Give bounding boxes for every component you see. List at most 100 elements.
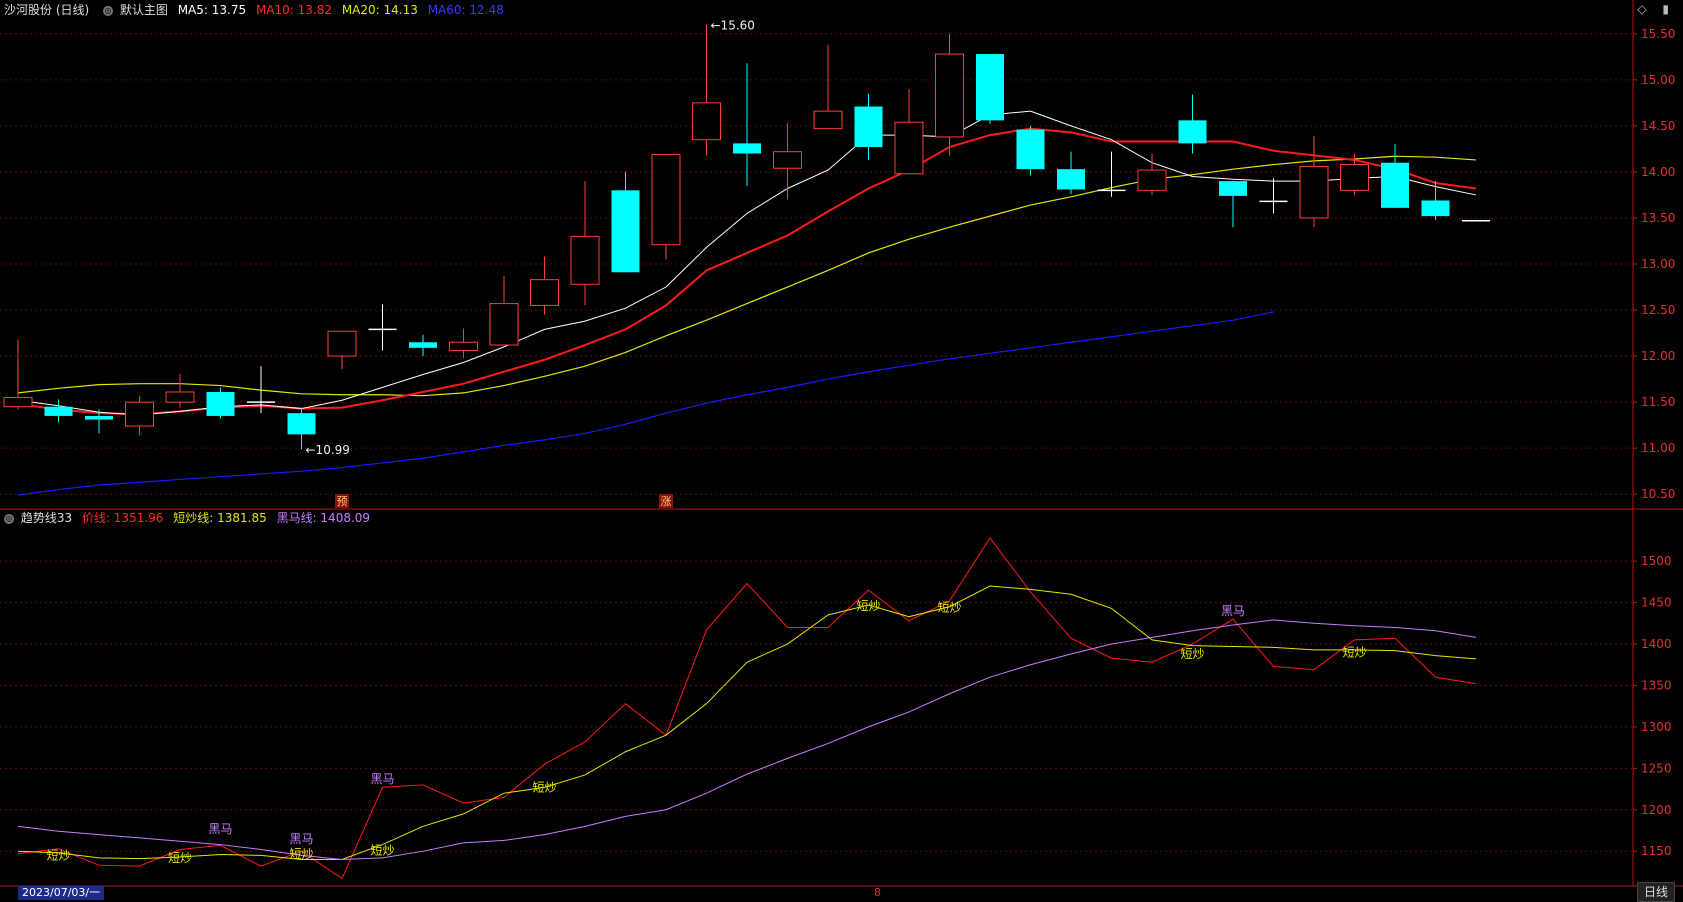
candle-body-down xyxy=(409,342,437,348)
candle-body-up xyxy=(1137,169,1167,191)
cursor-date: 2023/07/03/一 xyxy=(18,886,105,900)
candle-body-down xyxy=(854,106,883,148)
price-tick-label: 15.00 xyxy=(1641,73,1675,87)
price-tick-label: 15.50 xyxy=(1641,27,1675,41)
candle-body-down xyxy=(1016,129,1045,170)
candle-body-up xyxy=(3,397,33,408)
candle-body-down xyxy=(1178,120,1207,144)
indicator-annotation: 黑马 xyxy=(1221,604,1245,618)
indicator-tick-label: 1400 xyxy=(1641,637,1672,651)
chart-canvas[interactable]: 15.50 15.00 14.50 14.00 13.50 13.00 12.50 12.00… xyxy=(0,0,1683,900)
price-tick-label: 13.00 xyxy=(1641,257,1675,271)
price-tick-label: 13.50 xyxy=(1641,211,1675,225)
candle-body-down xyxy=(44,406,73,416)
indicator-header: ◎ 趋势线33 价线: 1351.96 短炒线: 1381.85 黑马线: 14… xyxy=(0,509,376,527)
candle-body-up xyxy=(327,330,357,357)
black-horse-line xyxy=(17,619,1477,860)
indicator-annotation: 黑马 xyxy=(289,832,313,846)
ma5-value: MA5: 13.75 xyxy=(177,3,247,17)
candle-body-up xyxy=(773,151,802,169)
indicator-axis: 1500 1450 1400 1350 1300 1250 1200 1150 xyxy=(1633,554,1672,858)
candle-body-up xyxy=(1299,165,1329,219)
candle-body-up xyxy=(530,279,559,306)
indicator-tick-label: 1450 xyxy=(1641,596,1672,610)
candle-body-up xyxy=(894,121,924,175)
candle-body-down xyxy=(1219,181,1247,196)
candle-body-up xyxy=(651,153,681,246)
ma20-line xyxy=(17,155,1477,397)
indicator-annotations: 短炒 短炒黑马黑马短炒 短炒黑马短炒短炒 短炒短炒黑马短炒 xyxy=(46,599,1366,865)
ma60-line xyxy=(17,311,1274,496)
price-annotation: ←15.60 xyxy=(711,19,755,33)
window-tool-icons[interactable]: ◇ ▮ xyxy=(1637,2,1675,16)
candle-body-down xyxy=(1057,169,1085,190)
candle-body-up xyxy=(125,401,154,427)
indicator-annotation: 短炒 xyxy=(289,847,313,861)
price-tick-label: 14.50 xyxy=(1641,119,1675,133)
candle-body-down xyxy=(206,391,235,416)
price-tick-label: 12.00 xyxy=(1641,349,1675,363)
period-button[interactable]: 日线 xyxy=(1636,882,1675,902)
candle-body-up xyxy=(165,391,195,403)
candlesticks[interactable] xyxy=(3,24,1490,450)
signal-markers: 预涨 xyxy=(335,494,673,508)
indicator-annotation: 短炒 xyxy=(856,599,880,613)
candle-body-up xyxy=(813,110,843,130)
price-tick-label: 14.00 xyxy=(1641,165,1675,179)
candle-body-up xyxy=(449,341,478,352)
signal-marker: 涨 xyxy=(661,495,672,508)
indicator-annotation: 黑马 xyxy=(208,822,232,836)
candle-body-down xyxy=(85,415,113,420)
indicator-tick-label: 1300 xyxy=(1641,720,1672,734)
price-tick-label: 10.50 xyxy=(1641,487,1675,501)
candle-body-up xyxy=(692,102,721,141)
price-annotations: ←15.60 ←10.99 xyxy=(306,19,755,457)
indicator-tick-label: 1500 xyxy=(1641,554,1672,568)
stock-title[interactable]: 沙河股份 (日线) xyxy=(4,3,89,17)
price-line xyxy=(17,537,1477,880)
indicator-annotation: 黑马 xyxy=(370,772,394,786)
candle-body-down xyxy=(611,190,640,273)
signal-marker: 预 xyxy=(337,495,348,508)
price-tick-label: 11.50 xyxy=(1641,395,1675,409)
ma60-value: MA60: 12.48 xyxy=(427,3,504,17)
indicator-annotation: 短炒 xyxy=(46,848,70,862)
price-axis: 15.50 15.00 14.50 14.00 13.50 13.00 12.50 12.00… xyxy=(1633,27,1675,501)
indicator-annotation: 短炒 xyxy=(370,844,394,858)
indicator-tick-label: 1350 xyxy=(1641,678,1672,692)
price-tick-label: 12.50 xyxy=(1641,303,1675,317)
candle-body-down xyxy=(287,413,316,435)
indicator-settings-icon[interactable]: ◎ xyxy=(4,513,14,524)
settings-icon[interactable]: ◎ xyxy=(103,5,114,16)
candle-body-down xyxy=(1381,162,1409,208)
candle-body-up xyxy=(570,235,600,285)
indicator-annotation: 短炒 xyxy=(1342,645,1366,659)
ma20-value: MA20: 14.13 xyxy=(341,3,418,17)
candle-body-down xyxy=(976,54,1004,121)
candle-body-up xyxy=(489,303,519,346)
indicator-lines xyxy=(17,537,1477,880)
indicator-tick-label: 1200 xyxy=(1641,803,1672,817)
candle-body-up xyxy=(935,53,964,138)
indicator-annotation: 短炒 xyxy=(532,781,556,795)
price-tick-label: 11.00 xyxy=(1641,441,1675,455)
indicator-annotation: 短炒 xyxy=(168,851,192,865)
main-chart-label[interactable]: 默认主图 xyxy=(120,3,168,17)
main-chart-header: 沙河股份 (日线) ◎ 默认主图 MA5: 13.75 MA10: 13.82 … xyxy=(0,1,510,19)
price-annotation: ←10.99 xyxy=(306,443,350,457)
indicator-annotation: 短炒 xyxy=(937,601,961,615)
indicator-annotation: 短炒 xyxy=(1180,647,1204,661)
indicator-tick-label: 1150 xyxy=(1641,844,1672,858)
chart-frame xyxy=(0,0,1683,887)
black-horse-line-value: 黑马线: 1408.09 xyxy=(276,511,371,525)
indicator-name[interactable]: 趋势线33 xyxy=(21,511,72,525)
candle-body-down xyxy=(1421,200,1450,217)
candle-body-down xyxy=(733,143,761,154)
short-line xyxy=(17,585,1477,860)
indicator-tick-label: 1250 xyxy=(1641,761,1672,775)
ma10-value: MA10: 13.82 xyxy=(255,3,332,17)
center-marker: 8 xyxy=(874,886,881,899)
price-line-value: 价线: 1351.96 xyxy=(81,511,164,525)
candle-body-up xyxy=(1340,164,1369,191)
short-line-value: 短炒线: 1381.85 xyxy=(173,511,267,525)
